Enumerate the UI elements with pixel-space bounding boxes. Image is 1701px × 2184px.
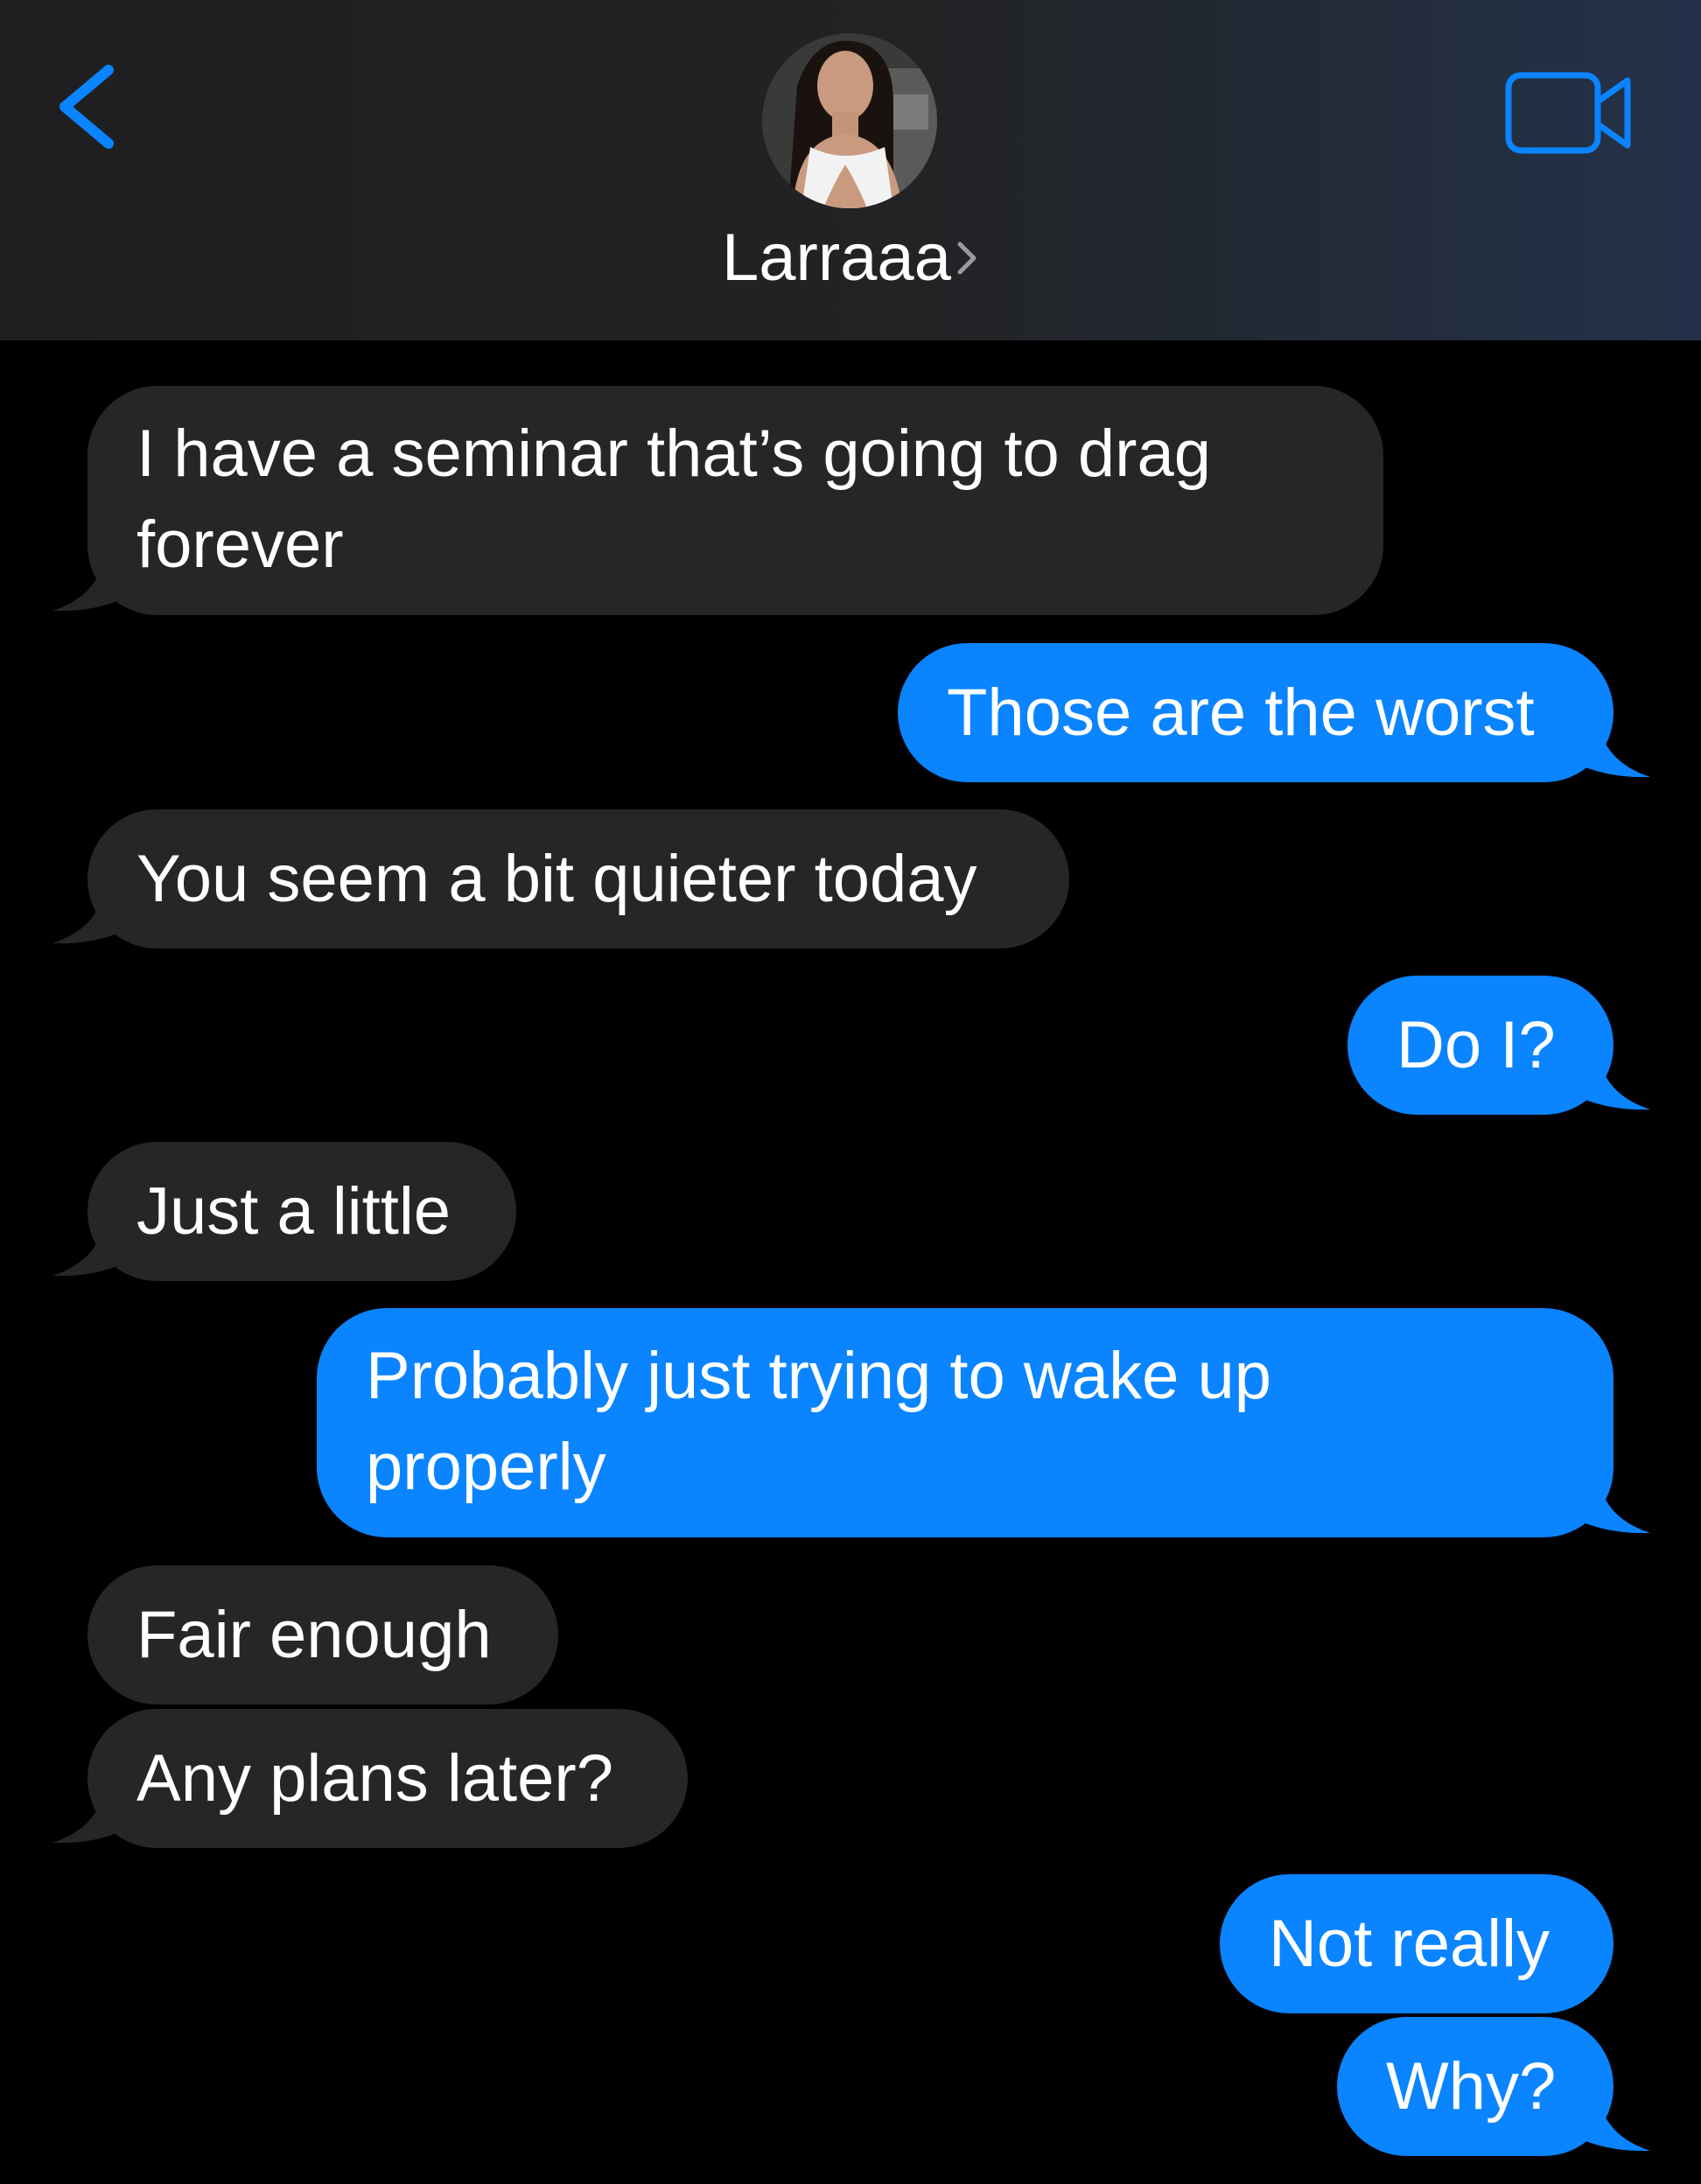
message-text: properly <box>366 1430 606 1504</box>
message-text: Why? <box>1386 2049 1557 2124</box>
avatar-photo <box>762 33 937 208</box>
message-bubble-incoming[interactable]: I have a seminar that’s going to drag fo… <box>88 386 1383 615</box>
message-bubble-outgoing[interactable]: Not really <box>1220 1874 1614 2013</box>
message-text: Any plans later? <box>136 1741 613 1816</box>
chevron-left-icon <box>60 65 114 149</box>
bubble-tail <box>1572 2091 1650 2152</box>
message-text: forever <box>136 508 344 582</box>
message-text: Not really <box>1269 1907 1550 1981</box>
message-text: You seem a bit quieter today <box>136 842 977 916</box>
contact-avatar[interactable] <box>762 33 937 208</box>
message-bubble-outgoing[interactable]: Those are the worst <box>898 643 1614 782</box>
message-text: Just a little <box>136 1174 452 1249</box>
video-call-button[interactable] <box>1503 68 1634 159</box>
chevron-right-icon <box>957 242 976 275</box>
message-text: Do I? <box>1396 1008 1556 1082</box>
message-bubble-incoming[interactable]: You seem a bit quieter today <box>88 809 1069 948</box>
bubble-tail <box>52 1783 131 1844</box>
message-text: I have a seminar that’s going to drag <box>136 416 1212 491</box>
video-camera-icon <box>1505 72 1631 154</box>
message-text: Those are the worst <box>947 676 1535 750</box>
bubble-tail <box>52 884 131 944</box>
back-button[interactable] <box>46 52 124 158</box>
message-bubble-outgoing[interactable]: Probably just trying to wake up properly <box>317 1308 1614 1537</box>
message-bubble-incoming[interactable]: Just a little <box>88 1142 516 1281</box>
conversation-header: Larraaa <box>0 0 1701 340</box>
message-text: Probably just trying to wake up <box>366 1339 1271 1413</box>
bubble-tail <box>52 1216 131 1277</box>
message-bubble-incoming[interactable]: Any plans later? <box>88 1709 688 1848</box>
message-text: Fair enough <box>136 1598 492 1672</box>
bubble-tail <box>1572 718 1650 778</box>
contact-name-button[interactable]: Larraaa <box>0 219 1701 298</box>
message-bubble-incoming[interactable]: Fair enough <box>88 1565 558 1704</box>
contact-name: Larraaa <box>722 220 951 295</box>
bubble-tail <box>1572 1474 1650 1534</box>
bubble-tail <box>1572 1050 1650 1110</box>
bubble-tail <box>52 551 131 612</box>
